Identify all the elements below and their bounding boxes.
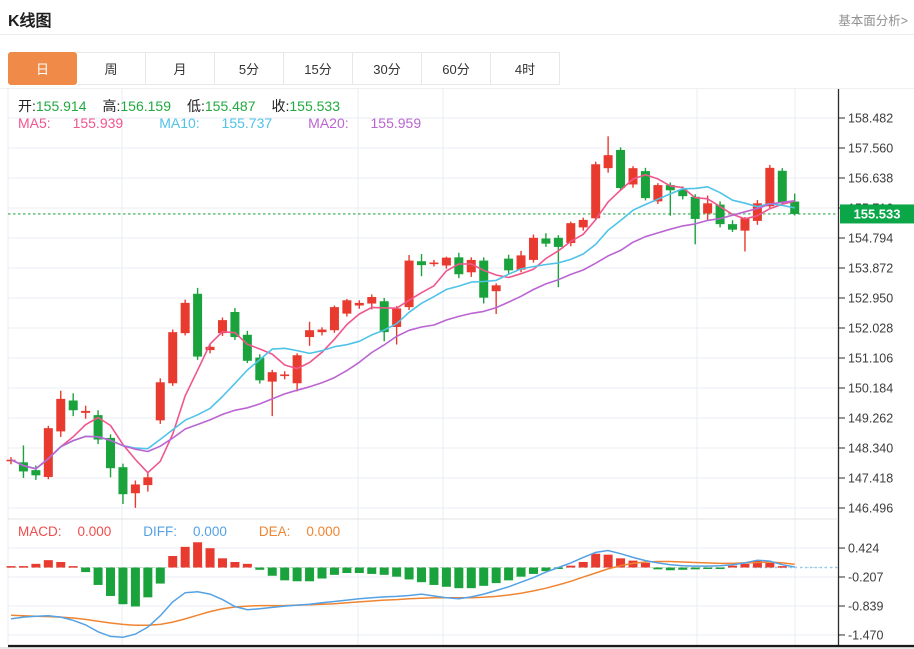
fundamental-analysis-link[interactable]: 基本面分析> xyxy=(838,10,908,29)
page-title: K线图 xyxy=(8,7,52,31)
svg-text:151.106: 151.106 xyxy=(848,352,893,366)
svg-text:154.794: 154.794 xyxy=(848,232,893,246)
period-tab-2[interactable]: 月 xyxy=(146,52,215,85)
panel-borders xyxy=(0,89,914,649)
close-label: 收: xyxy=(272,98,290,114)
svg-text:153.872: 153.872 xyxy=(848,262,893,276)
svg-text:157.560: 157.560 xyxy=(848,142,893,156)
ma10-readout: MA10: 155.737 xyxy=(159,115,290,131)
svg-text:146.496: 146.496 xyxy=(848,502,893,516)
macd-readout: MACD:0.000 xyxy=(18,524,127,539)
svg-text:156.638: 156.638 xyxy=(848,172,893,186)
dea-line xyxy=(11,562,795,626)
svg-text:149.262: 149.262 xyxy=(848,412,893,426)
period-tab-5[interactable]: 30分 xyxy=(353,52,422,85)
macd-row: MACD:0.000 DIFF:0.000 DEA:0.000 xyxy=(18,524,372,539)
svg-text:-0.839: -0.839 xyxy=(848,600,883,614)
period-tab-1[interactable]: 周 xyxy=(77,52,146,85)
diff-readout: DIFF:0.000 xyxy=(143,524,243,539)
period-tabs: 日周月5分15分30分60分4时 xyxy=(8,52,560,85)
ma5-readout: MA5: 155.939 xyxy=(18,115,141,131)
kline-widget: { "header": { "title": "K线图", "link": "基… xyxy=(0,0,914,649)
price-axis: 158.482157.560156.638155.716154.794153.8… xyxy=(838,88,893,646)
low-label: 低: xyxy=(187,98,205,114)
high-label: 高: xyxy=(103,98,121,114)
ma-row: MA5: 155.939 MA10: 155.737 MA20: 155.959 xyxy=(18,115,457,131)
current-price-badge: 155.533 xyxy=(840,204,914,223)
low-value: 155.487 xyxy=(205,98,256,114)
ohlc-row: 开:155.914 高:156.159 低:155.487 收:155.533 xyxy=(18,96,356,116)
ma5-line xyxy=(11,175,795,473)
grid-lines xyxy=(8,88,838,645)
svg-text:158.482: 158.482 xyxy=(848,112,893,126)
svg-text:150.184: 150.184 xyxy=(848,382,893,396)
svg-text:155.533: 155.533 xyxy=(854,206,901,221)
close-value: 155.533 xyxy=(289,98,340,114)
svg-text:148.340: 148.340 xyxy=(848,442,893,456)
dea-readout: DEA:0.000 xyxy=(259,524,356,539)
macd-axis: 0.424 -0.207 -0.839 -1.470 xyxy=(838,542,883,643)
ma20-readout: MA20: 155.959 xyxy=(308,115,439,131)
svg-text:152.950: 152.950 xyxy=(848,292,893,306)
open-value: 155.914 xyxy=(36,98,87,114)
open-label: 开: xyxy=(18,98,36,114)
period-tab-0[interactable]: 日 xyxy=(8,52,77,85)
ma20-line xyxy=(11,201,795,469)
header-bar: K线图 基本面分析> xyxy=(0,0,914,35)
period-tab-4[interactable]: 15分 xyxy=(284,52,353,85)
svg-text:152.028: 152.028 xyxy=(848,322,893,336)
period-tab-3[interactable]: 5分 xyxy=(215,52,284,85)
svg-text:-1.470: -1.470 xyxy=(848,628,883,642)
high-value: 156.159 xyxy=(120,98,171,114)
period-tab-6[interactable]: 60分 xyxy=(422,52,491,85)
period-tab-7[interactable]: 4时 xyxy=(491,52,560,85)
candles xyxy=(7,136,800,508)
svg-text:-0.207: -0.207 xyxy=(848,571,883,585)
svg-text:147.418: 147.418 xyxy=(848,472,893,486)
svg-text:0.424: 0.424 xyxy=(848,542,879,556)
